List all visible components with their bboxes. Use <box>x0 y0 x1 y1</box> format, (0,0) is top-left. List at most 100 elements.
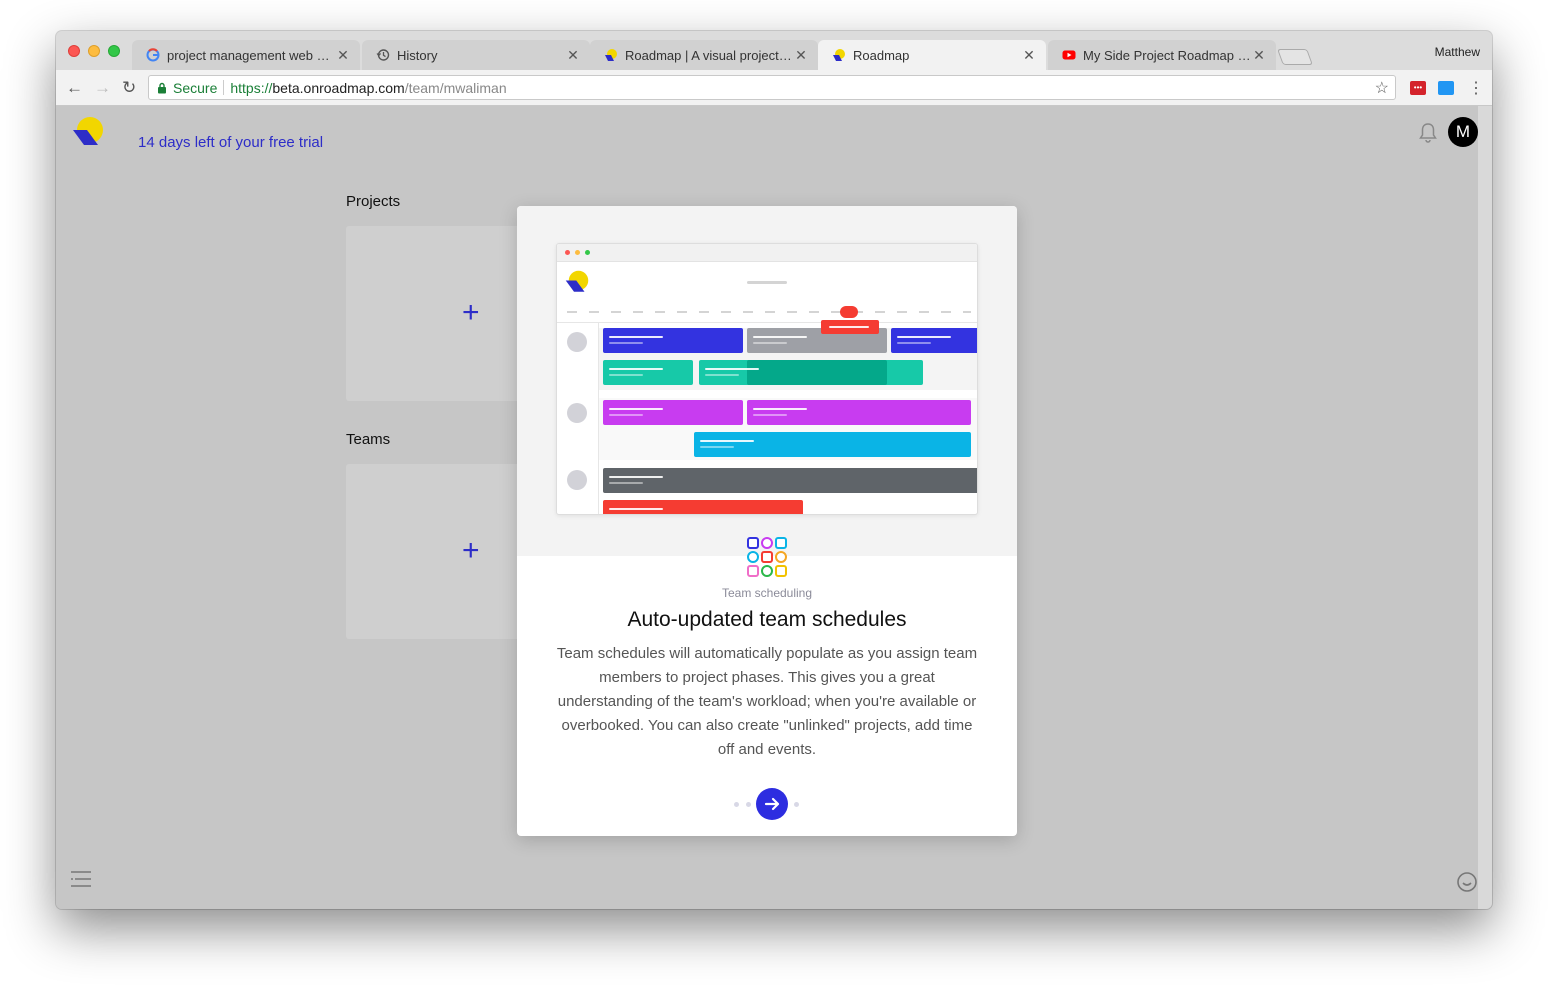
preview-bar <box>603 360 693 385</box>
preview-bar-subtext <box>609 374 643 376</box>
tab-close-icon[interactable]: ✕ <box>336 47 350 64</box>
preview-bar-text <box>705 368 759 370</box>
pager-dot[interactable] <box>746 802 751 807</box>
tab-roadmap-marketing[interactable]: Roadmap | A visual project and ✕ <box>590 40 818 70</box>
pager-dot[interactable] <box>794 802 799 807</box>
preview-bar-text <box>897 336 951 338</box>
preview-avatar <box>567 332 587 352</box>
tab-close-icon[interactable]: ✕ <box>1022 47 1036 64</box>
preview-bar-subtext <box>897 342 931 344</box>
preview-bar-subtext <box>753 342 787 344</box>
preview-dot <box>565 250 570 255</box>
url-host: beta.onroadmap.com <box>272 79 405 96</box>
preview-today-label-text <box>829 326 869 328</box>
preview-bar-text <box>609 408 663 410</box>
tab-google-search[interactable]: project management web app ✕ <box>132 40 360 70</box>
preview-bar <box>603 328 743 353</box>
preview-bar-subtext <box>700 446 734 448</box>
history-icon <box>376 49 390 61</box>
bell-icon[interactable] <box>1418 122 1438 144</box>
feature-description: Team schedules will automatically popula… <box>556 645 978 758</box>
tab-roadmap-app[interactable]: Roadmap ✕ <box>818 40 1046 70</box>
back-icon[interactable]: ← <box>66 78 83 98</box>
tab-history[interactable]: History ✕ <box>362 40 590 70</box>
tab-title: Roadmap <box>853 47 910 63</box>
close-window-button[interactable] <box>68 45 80 57</box>
preview-bar-text <box>609 336 663 338</box>
preview-bar-text <box>609 368 663 370</box>
preview-bar <box>694 432 971 457</box>
omnibox-divider <box>223 80 225 95</box>
google-icon <box>146 48 160 62</box>
tab-close-icon[interactable]: ✕ <box>566 47 580 64</box>
projects-heading: Projects <box>346 193 401 210</box>
browser-menu-icon[interactable]: ⋮ <box>1468 78 1484 98</box>
lastpass-extension-icon[interactable]: ••• <box>1410 81 1426 95</box>
address-bar[interactable]: Secure https://beta.onroadmap.com/team/m… <box>148 75 1396 100</box>
preview-window-bar <box>557 244 977 262</box>
tab-title: Roadmap | A visual project and <box>625 47 794 63</box>
feature-title: Auto-updated team schedules <box>627 608 907 631</box>
tab-close-icon[interactable]: ✕ <box>794 47 808 64</box>
tab-strip: project management web app ✕ History ✕ R… <box>56 31 1492 70</box>
screenshot-extension-icon[interactable] <box>1438 81 1454 95</box>
next-step-button[interactable] <box>756 788 788 820</box>
app-content: 14 days left of your free trial M Projec… <box>56 106 1478 909</box>
preview-bar-subtext <box>753 414 787 416</box>
team-scheduling-icon <box>747 537 787 577</box>
preview-dot <box>585 250 590 255</box>
add-project-plus-icon: + <box>462 296 480 329</box>
preview-today-marker <box>840 306 858 318</box>
tab-title: project management web app <box>167 47 336 63</box>
roadmap-logo[interactable] <box>72 116 104 148</box>
preview-bar-text <box>753 408 807 410</box>
preview-logo <box>565 270 589 292</box>
page-scrollbar[interactable] <box>1478 106 1492 909</box>
bookmark-star-icon[interactable]: ☆ <box>1375 78 1389 98</box>
preview-bar-subtext <box>609 414 643 416</box>
tab-title: My Side Project Roadmap - Yo <box>1083 47 1252 63</box>
tab-youtube[interactable]: My Side Project Roadmap - Yo ✕ <box>1048 40 1276 70</box>
tab-close-icon[interactable]: ✕ <box>1252 47 1266 64</box>
onboarding-modal: Team scheduling Auto-updated team schedu… <box>517 206 1017 836</box>
profile-name[interactable]: Matthew <box>1435 45 1480 59</box>
preview-avatar <box>567 403 587 423</box>
trial-banner-link[interactable]: 14 days left of your free trial <box>138 134 323 151</box>
browser-toolbar: ← → ↻ Secure https://beta.onroadmap.com /… <box>56 70 1492 106</box>
user-avatar[interactable]: M <box>1448 117 1478 147</box>
preview-dot <box>575 250 580 255</box>
secure-label: Secure <box>173 79 218 96</box>
add-team-card[interactable]: + <box>346 464 526 639</box>
url-path: /team/mwaliman <box>404 79 507 96</box>
tab-title: History <box>397 47 438 63</box>
new-tab-button[interactable] <box>1277 49 1313 65</box>
add-team-plus-icon: + <box>462 534 480 567</box>
secure-indicator[interactable]: Secure <box>157 80 217 96</box>
preview-bar-text <box>609 476 663 478</box>
preview-bar <box>891 328 977 353</box>
preview-bar-text <box>753 336 807 338</box>
add-project-card[interactable]: + <box>346 226 526 401</box>
pager-dot[interactable] <box>734 802 739 807</box>
preview-bar-text <box>700 440 754 442</box>
preview-header-line <box>747 281 787 284</box>
feature-category: Team scheduling <box>721 586 813 600</box>
teams-heading: Teams <box>346 431 391 448</box>
preview-avatar <box>567 470 587 490</box>
feature-illustration-area <box>517 206 1017 556</box>
minimize-window-button[interactable] <box>88 45 100 57</box>
chat-support-icon[interactable] <box>1456 871 1478 893</box>
preview-bar-subtext <box>609 482 643 484</box>
preview-bar-subtext <box>705 374 739 376</box>
preview-bar <box>603 468 977 493</box>
maximize-window-button[interactable] <box>108 45 120 57</box>
preview-timeline-dashes <box>567 311 971 313</box>
forward-icon[interactable]: → <box>94 78 111 98</box>
roadmap-icon <box>605 49 617 61</box>
preview-bar <box>747 400 971 425</box>
preview-bar-text <box>609 508 663 510</box>
list-menu-icon[interactable] <box>70 870 92 888</box>
youtube-icon <box>1062 50 1076 60</box>
lock-icon <box>158 82 166 93</box>
reload-icon[interactable]: ↻ <box>122 78 136 98</box>
